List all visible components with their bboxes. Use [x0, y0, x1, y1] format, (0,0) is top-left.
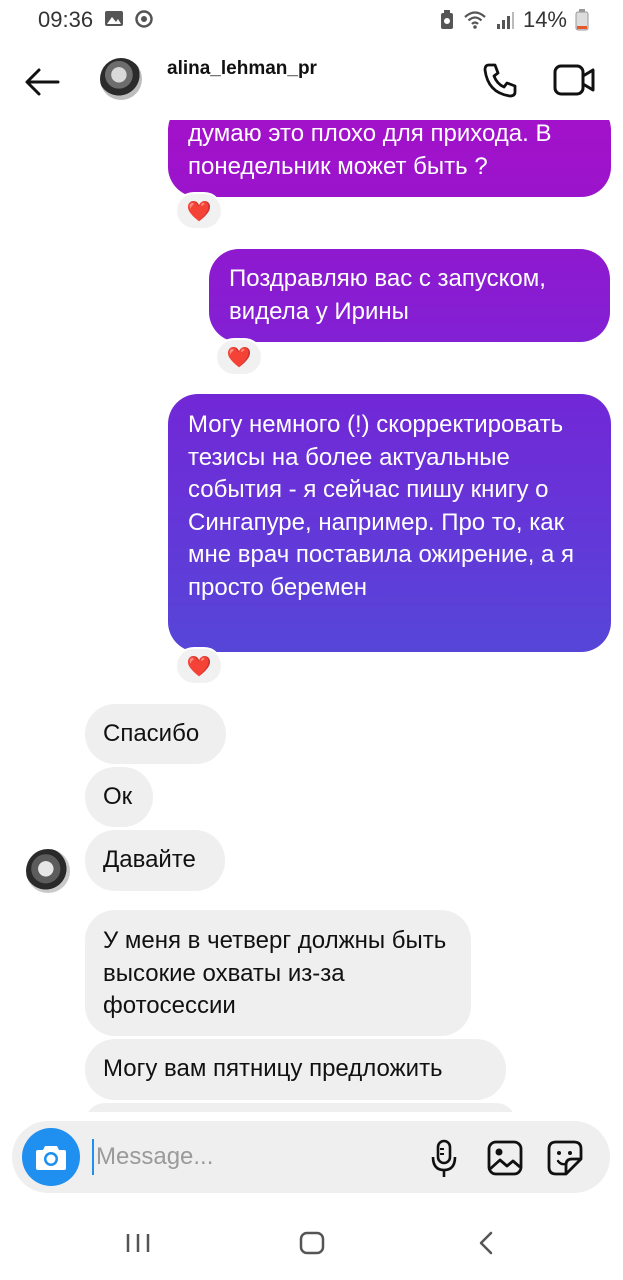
incoming-message-bubble[interactable]: У меня в четверг должны быть высокие охв…	[85, 910, 471, 1036]
message-text: У меня в четверг должны быть высокие охв…	[103, 927, 447, 1019]
incoming-message-bubble[interactable]: Могу вам пятницу предложить	[85, 1039, 506, 1100]
system-nav-bar	[0, 1206, 623, 1280]
message-composer	[12, 1121, 610, 1193]
message-input[interactable]	[92, 1139, 412, 1175]
contact-avatar[interactable]	[100, 58, 142, 100]
home-icon[interactable]	[298, 1230, 326, 1256]
video-camera-icon[interactable]	[553, 62, 595, 98]
peer-avatar[interactable]	[26, 849, 70, 893]
phone-icon[interactable]	[480, 60, 520, 100]
message-thread[interactable]: думаю это плохо для прихода. В понедельн…	[0, 0, 623, 1112]
outgoing-message-bubble[interactable]: Могу немного (!) скорректировать тезисы …	[168, 394, 611, 652]
heart-icon: ❤️	[186, 200, 212, 223]
message-text: Могу вам пятницу предложить	[103, 1055, 443, 1082]
incoming-message-bubble[interactable]: Спасибо	[85, 704, 226, 764]
recent-apps-icon[interactable]	[124, 1232, 152, 1254]
camera-button[interactable]	[22, 1128, 80, 1186]
incoming-message-bubble[interactable]: Ок	[85, 767, 153, 827]
nav-back-icon[interactable]	[476, 1230, 496, 1256]
message-text: Поздравляю вас с запуском, видела у Ирин…	[229, 265, 546, 325]
message-reaction[interactable]: ❤️	[215, 338, 263, 376]
chat-header: alina_lehman_pr	[0, 40, 623, 120]
message-text: Давайте	[103, 846, 196, 873]
outgoing-message-bubble[interactable]: Поздравляю вас с запуском, видела у Ирин…	[209, 249, 610, 342]
back-arrow-icon[interactable]	[22, 62, 62, 102]
incoming-message-bubble[interactable]: Давайте	[85, 830, 225, 891]
camera-icon	[36, 1146, 66, 1170]
message-text: Ок	[103, 783, 133, 810]
message-text: Спасибо	[103, 720, 200, 747]
microphone-icon[interactable]	[428, 1139, 460, 1179]
contact-username[interactable]: alina_lehman_pr	[167, 58, 317, 80]
heart-icon: ❤️	[186, 655, 212, 678]
message-text: Могу немного (!) скорректировать тезисы …	[188, 411, 575, 601]
sticker-icon[interactable]	[546, 1139, 584, 1177]
message-reaction[interactable]: ❤️	[175, 192, 223, 230]
message-reaction[interactable]: ❤️	[175, 647, 223, 685]
heart-icon: ❤️	[226, 346, 252, 369]
gallery-icon[interactable]	[486, 1139, 524, 1177]
message-text: думаю это плохо для прихода. В понедельн…	[188, 120, 552, 180]
incoming-message-bubble-partial[interactable]	[85, 1103, 516, 1112]
